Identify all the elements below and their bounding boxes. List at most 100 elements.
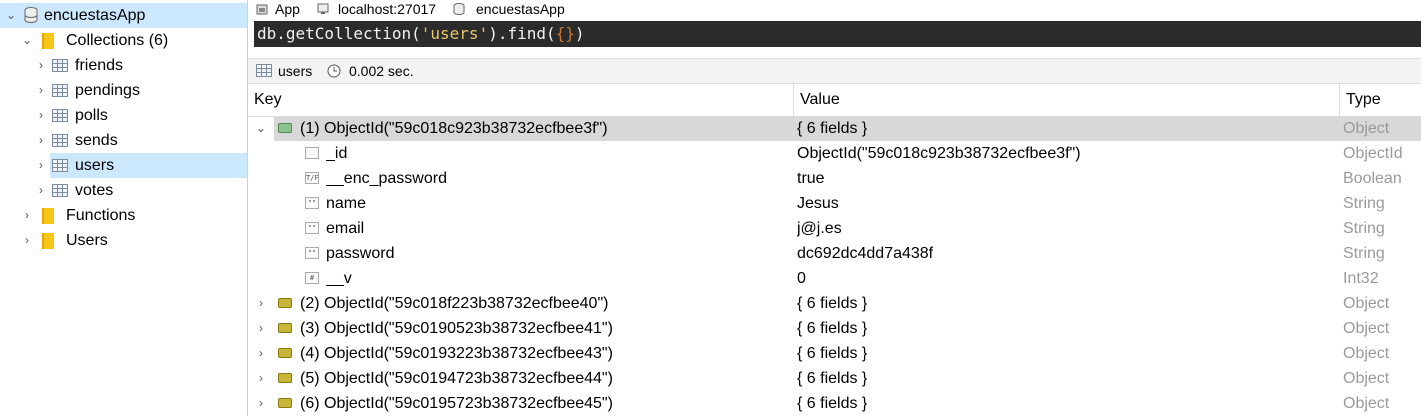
table-icon: [52, 184, 68, 197]
document-key: (1) ObjectId("59c018c923b38732ecfbee3f"): [300, 120, 608, 137]
document-row[interactable]: › (4) ObjectId("59c0193223b38732ecfbee43"…: [248, 341, 1421, 366]
status-time: 0.002 sec.: [349, 63, 414, 79]
field-key: email: [326, 220, 365, 237]
table-icon: [52, 84, 68, 97]
chevron-down-icon[interactable]: ⌄: [22, 28, 32, 53]
object-icon: [278, 348, 292, 358]
field-key: password: [326, 245, 395, 262]
object-icon: [278, 123, 292, 133]
document-row[interactable]: › (5) ObjectId("59c0194723b38732ecfbee44"…: [248, 366, 1421, 391]
query-editor[interactable]: db.getCollection('users').find({}): [254, 21, 1421, 47]
chevron-right-icon[interactable]: ›: [36, 103, 46, 128]
document-value: { 6 fields }: [797, 345, 868, 362]
folder-icon: [42, 33, 54, 49]
tree-users[interactable]: › Users: [0, 228, 247, 253]
chevron-right-icon[interactable]: ›: [255, 341, 267, 366]
document-row[interactable]: › (6) ObjectId("59c0195723b38732ecfbee45"…: [248, 391, 1421, 416]
table-icon: [52, 159, 68, 172]
object-icon: [278, 373, 292, 383]
chevron-down-icon[interactable]: ⌄: [255, 116, 267, 141]
sidebar-item-polls[interactable]: › polls: [0, 103, 247, 128]
field-type: Boolean: [1343, 170, 1402, 187]
column-header-key[interactable]: Key: [248, 84, 794, 116]
document-type: Object: [1343, 295, 1390, 312]
column-header-value[interactable]: Value: [794, 84, 1340, 116]
field-type: String: [1343, 245, 1385, 262]
collection-label: polls: [75, 107, 108, 124]
chevron-right-icon[interactable]: ›: [255, 391, 267, 416]
column-header-type[interactable]: Type: [1340, 84, 1421, 116]
chevron-right-icon[interactable]: ›: [22, 228, 32, 253]
collection-label: sends: [75, 132, 118, 149]
string-field-icon: "": [305, 197, 319, 209]
chevron-right-icon[interactable]: ›: [255, 291, 267, 316]
query-arg: {}: [555, 24, 575, 43]
document-value: { 6 fields }: [797, 120, 868, 137]
chevron-right-icon[interactable]: ›: [36, 178, 46, 203]
chevron-right-icon[interactable]: ›: [36, 153, 46, 178]
chevron-right-icon[interactable]: ›: [255, 366, 267, 391]
document-row[interactable]: › (3) ObjectId("59c0190523b38732ecfbee41"…: [248, 316, 1421, 341]
field-value: j@j.es: [797, 220, 842, 237]
field-key: __enc_password: [326, 170, 447, 187]
document-type: Object: [1343, 320, 1390, 337]
server-icon: [317, 3, 329, 14]
functions-label: Functions: [66, 207, 136, 224]
sidebar-item-votes[interactable]: › votes: [0, 178, 247, 203]
field-key: _id: [326, 145, 348, 162]
document-key: (2) ObjectId("59c018f223b38732ecfbee40"): [300, 295, 609, 312]
document-key: (5) ObjectId("59c0194723b38732ecfbee44"): [300, 370, 613, 387]
result-grid-header: Key Value Type: [248, 84, 1421, 117]
sidebar-item-users[interactable]: › users: [39, 153, 247, 178]
field-type: ObjectId: [1343, 145, 1403, 162]
table-icon: [52, 59, 68, 72]
field-value: ObjectId("59c018c923b38732ecfbee3f"): [797, 145, 1081, 162]
document-key: (4) ObjectId("59c0193223b38732ecfbee43"): [300, 345, 613, 362]
chevron-right-icon[interactable]: ›: [255, 316, 267, 341]
chevron-down-icon[interactable]: ⌄: [6, 3, 16, 28]
db-name: encuestasApp: [44, 7, 146, 24]
tree-functions[interactable]: › Functions: [0, 203, 247, 228]
field-row[interactable]: "" password dc692dc4dd7a438f String: [248, 241, 1421, 266]
document-row[interactable]: › (2) ObjectId("59c018f223b38732ecfbee40"…: [248, 291, 1421, 316]
document-key: (3) ObjectId("59c0190523b38732ecfbee41"): [300, 320, 613, 337]
field-key: __v: [326, 270, 352, 287]
table-icon: [256, 64, 272, 77]
collection-label: pendings: [75, 82, 140, 99]
sidebar-item-sends[interactable]: › sends: [0, 128, 247, 153]
tree-db-encuestasapp[interactable]: ⌄ encuestasApp: [0, 3, 247, 28]
field-row[interactable]: "" email j@j.es String: [248, 216, 1421, 241]
status-collection: users: [278, 63, 313, 79]
connection-bar: App localhost:27017 encuestasApp: [248, 0, 1421, 19]
folder-icon: [42, 233, 54, 249]
field-value: Jesus: [797, 195, 839, 212]
document-type: Object: [1343, 370, 1390, 387]
document-row[interactable]: ⌄ (1) ObjectId("59c018c923b38732ecfbee3f…: [248, 116, 1421, 141]
query-suffix: ): [574, 24, 585, 43]
collection-label: votes: [75, 182, 114, 199]
field-row[interactable]: _id ObjectId("59c018c923b38732ecfbee3f") O…: [248, 141, 1421, 166]
document-type: Object: [1343, 345, 1390, 362]
string-field-icon: "": [305, 222, 319, 234]
sidebar-item-pendings[interactable]: › pendings: [0, 78, 247, 103]
field-type: String: [1343, 195, 1385, 212]
chevron-right-icon[interactable]: ›: [22, 203, 32, 228]
chevron-right-icon[interactable]: ›: [36, 53, 46, 78]
query-mid: ).find(: [488, 24, 556, 43]
database-tree: ⌄ encuestasApp ⌄ Collections (6) › friend…: [0, 0, 248, 416]
chevron-right-icon[interactable]: ›: [36, 78, 46, 103]
field-row[interactable]: T/F __enc_password true Boolean: [248, 166, 1421, 191]
chevron-right-icon[interactable]: ›: [36, 128, 46, 153]
users-label: Users: [66, 232, 108, 249]
field-row[interactable]: # __v 0 Int32: [248, 266, 1421, 291]
field-row[interactable]: "" name Jesus String: [248, 191, 1421, 216]
tree-collections[interactable]: ⌄ Collections (6): [0, 28, 247, 53]
folder-icon: [42, 208, 54, 224]
document-value: { 6 fields }: [797, 370, 868, 387]
result-status-bar: users 0.002 sec.: [248, 58, 1421, 84]
sidebar-item-friends[interactable]: › friends: [0, 53, 247, 78]
query-collection: 'users': [420, 24, 489, 43]
document-type: Object: [1343, 120, 1390, 137]
table-icon: [52, 109, 68, 122]
string-field-icon: "": [305, 247, 319, 259]
